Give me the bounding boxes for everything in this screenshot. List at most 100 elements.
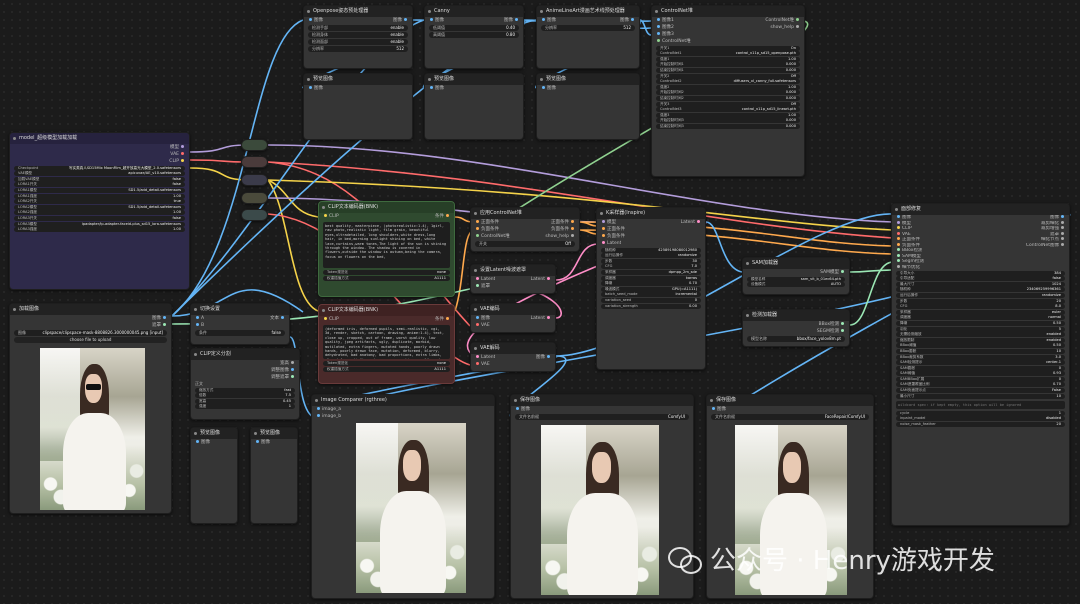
input-clip[interactable]: CLIP	[322, 316, 339, 323]
widget-fd-widgets-0[interactable]: 引导大小 384	[896, 270, 1065, 276]
input-controlnet-stack[interactable]: ControlNet堆	[474, 233, 510, 240]
widget-model-widgets-9[interactable]: LORA3开关 false	[14, 215, 185, 221]
input-mask[interactable]: 遮罩	[474, 283, 490, 290]
input-vae[interactable]: VAE	[474, 322, 490, 329]
widget-fd-widgets-20[interactable]: SAM遮罩覆盖比例 0.70	[896, 382, 1065, 388]
input-b[interactable]: B	[194, 322, 204, 329]
output-sam-model[interactable]: SAM模型	[820, 269, 846, 276]
node-title[interactable]: 保存图像	[511, 395, 693, 406]
detector-loader-node[interactable]: 检测加载器 BBox检测 SEGM检测 模型名称 bbox/face_yolov8…	[742, 309, 850, 347]
reroute-node-model-2[interactable]	[241, 192, 268, 204]
widget-fd-widgets-25[interactable]: noise_mask_feather 20	[896, 421, 1065, 427]
widget-ks-widgets-2[interactable]: 步数 30	[601, 258, 701, 264]
node-title[interactable]: AnimeLineArt漫画艺术线预处理器	[537, 6, 639, 17]
widget-clipsplit-widgets-1[interactable]: 倍数 7.5	[195, 393, 295, 399]
widget-ks-widgets-8[interactable]: batch_seed_mode incremental	[601, 292, 701, 298]
widget-fd-widgets-14[interactable]: BBox膨胀 10	[896, 348, 1065, 354]
widget-cn-widgets-9[interactable]: 结束控制时间2 0.000	[656, 95, 800, 101]
face-detailer-node[interactable]: 面部修复 图像 模型 CLIP VAE 正面条件 负面条件 BBox检测 SAM模型 Segm检…	[891, 203, 1070, 526]
widget-openpose-widgets-3[interactable]: 分辨率 512	[308, 46, 408, 52]
widget-cn-widgets-11[interactable]: ControlNet3 control_v11p_sd15_lineart.pth	[656, 107, 800, 113]
widget-ks-widgets-7[interactable]: 噪波模式 GPU(=A1111)	[601, 286, 701, 292]
widget-ks-widgets-5[interactable]: 调度器 karras	[601, 275, 701, 281]
node-title[interactable]: 切换设置	[191, 304, 289, 315]
model-loader-node[interactable]: model_超级模型加载加载 模型 VAE CLIP Checkpoint 写实类…	[9, 132, 190, 290]
clip-negative-node[interactable]: CLIP文本编码器(BNK) CLIP 条件 (deformed iris, de…	[318, 304, 455, 384]
node-title[interactable]: SAM加载器	[743, 258, 849, 269]
widget-fd-widgets-5[interactable]: 步数 20	[896, 298, 1065, 304]
widget-fd-widgets-8[interactable]: 调度器 normal	[896, 315, 1065, 321]
widget-ks-widgets-4[interactable]: 采样器 dpmpp_2m_sde	[601, 269, 701, 275]
image-select[interactable]: 图像 clipspace/clipspace-mask-8808826.30000…	[14, 330, 167, 336]
widget-fd-widgets-23[interactable]: cycle 1	[896, 410, 1065, 416]
widget-ks-widgets-3[interactable]: CFG 7.0	[601, 264, 701, 270]
widget-lineart-widgets-0[interactable]: 分辨率 512	[541, 25, 635, 31]
widget-model-widgets-7[interactable]: LORA2模型 SD1.5/add_detail.safetensors	[14, 204, 185, 210]
widget-ks-widgets-9[interactable]: variation_seed 0	[601, 297, 701, 303]
node-title[interactable]: VAE编码	[471, 304, 555, 315]
output-positive[interactable]: 正面条件	[551, 219, 576, 226]
model-name-select[interactable]: 模型名称 bbox/face_yolov8m.pt	[747, 336, 845, 342]
output-negative[interactable]: 负面条件	[551, 226, 576, 233]
widget-cn-widgets-12[interactable]: 强度3 1.00	[656, 112, 800, 118]
input-model[interactable]: 模型	[600, 219, 616, 226]
widget-ks-widgets-0[interactable]: 随机种 42589198080012980	[601, 247, 701, 253]
output-latent[interactable]: Latent	[531, 315, 552, 322]
negative-prompt-textarea[interactable]: (deformed iris, deformed pupils, semi-re…	[323, 325, 450, 359]
latent-noise-mask-node[interactable]: 设置Latent噪波遮罩 Latent Latent 遮罩	[470, 264, 556, 294]
sam-loader-node[interactable]: SAM加载器 SAM模型 模型名称 sam_vit_b_01ec64.pth 设备模…	[742, 257, 850, 295]
widget-clippos-widgets-1[interactable]: 权重插值方式 A1111	[323, 275, 450, 281]
widget-model-widgets-6[interactable]: LORA2开关 true	[14, 199, 185, 205]
widget-fd-widgets-1[interactable]: 引导适配 false	[896, 276, 1065, 282]
node-title[interactable]: 预览图像	[537, 74, 639, 85]
node-title[interactable]: Canny	[425, 6, 523, 17]
input-positive[interactable]: 正面条件	[474, 219, 499, 226]
widget-openpose-widgets-0[interactable]: 检测手部 enable	[308, 25, 408, 31]
widget-cn-widgets-5[interactable]: 开关2 Off	[656, 73, 800, 79]
output-width-height[interactable]: 宽高	[280, 360, 296, 367]
widget-openpose-widgets-1[interactable]: 检测身体 enable	[308, 32, 408, 38]
widget-fd-widgets-16[interactable]: SAM检测提示 center-1	[896, 360, 1065, 366]
widget-cn-widgets-14[interactable]: 结束控制时间3 0.000	[656, 123, 800, 129]
input-latent[interactable]: Latent	[600, 240, 621, 247]
widget-cn-widgets-2[interactable]: 强度1 1.00	[656, 56, 800, 62]
output-conditioning[interactable]: 条件	[435, 213, 451, 220]
load-image-node[interactable]: 加载图像 图像 遮罩 图像 clipspace/clipspace-mask-88…	[9, 303, 172, 514]
widget-cn-widgets-6[interactable]: ControlNet2 diffusers_xl_canny_full.safet…	[656, 79, 800, 85]
input-positive[interactable]: 正面条件	[600, 226, 625, 233]
node-title[interactable]: K采样器(Inspire)	[597, 208, 705, 219]
output-resize-image[interactable]: 调整图像	[271, 367, 296, 374]
widget-fd-widgets-12[interactable]: 缩放限制 enabled	[896, 337, 1065, 343]
output-show-help[interactable]: show_help	[770, 24, 801, 31]
node-title[interactable]: 设置Latent噪波遮罩	[471, 265, 555, 276]
output-vae[interactable]: VAE	[170, 151, 186, 158]
node-title[interactable]: 预览图像	[425, 74, 523, 85]
widget-fd-widgets-18[interactable]: SAM阈值 0.93	[896, 371, 1065, 377]
input-latent[interactable]: Latent	[474, 276, 495, 283]
node-title[interactable]: 检测加载器	[743, 310, 849, 321]
widget-cn-widgets-8[interactable]: 开始控制时间2 0.000	[656, 90, 800, 96]
preview-image-node-1[interactable]: 预览图像 图像	[303, 73, 413, 140]
widget-clipsplit-widgets-3[interactable]: 强度 1	[195, 404, 295, 410]
small-preview-node-1[interactable]: 预览图像 图像	[190, 427, 238, 524]
widget-fd-widgets-9[interactable]: 降噪 0.50	[896, 320, 1065, 326]
output-resize-mask[interactable]: 调整遮罩	[271, 374, 296, 381]
widget-clippos-widgets-0[interactable]: Token规范化 none	[323, 270, 450, 275]
node-title[interactable]: VAE解码	[471, 343, 555, 354]
input-negative[interactable]: 负面条件	[474, 226, 499, 233]
input-image-b[interactable]: image_b	[315, 413, 341, 420]
input-image[interactable]: 图像	[514, 406, 530, 413]
input-image[interactable]: 图像	[307, 17, 323, 24]
node-title[interactable]: 应用ControlNet堆	[471, 208, 579, 219]
condition-toggle[interactable]: 条件 false	[195, 330, 285, 336]
widget-cn-widgets-1[interactable]: ControlNet1 control_v11p_sd15_openpose.pt…	[656, 51, 800, 57]
widget-fd-widgets-13[interactable]: BBox阈值 0.50	[896, 343, 1065, 349]
input-negative[interactable]: 负面条件	[600, 233, 625, 240]
output-segm[interactable]: SEGM检测	[817, 328, 846, 335]
widget-fd-widgets-21[interactable]: SAM负面提示点 False	[896, 388, 1065, 394]
widget-openpose-widgets-2[interactable]: 检测面部 enable	[308, 39, 408, 45]
input-image[interactable]: 图像	[428, 85, 444, 92]
node-title[interactable]: Image Comparer (rgthree)	[312, 395, 494, 406]
widget-model-widgets-2[interactable]: 加载VAE模型 false	[14, 176, 185, 182]
input-image[interactable]: 图像	[254, 439, 270, 446]
